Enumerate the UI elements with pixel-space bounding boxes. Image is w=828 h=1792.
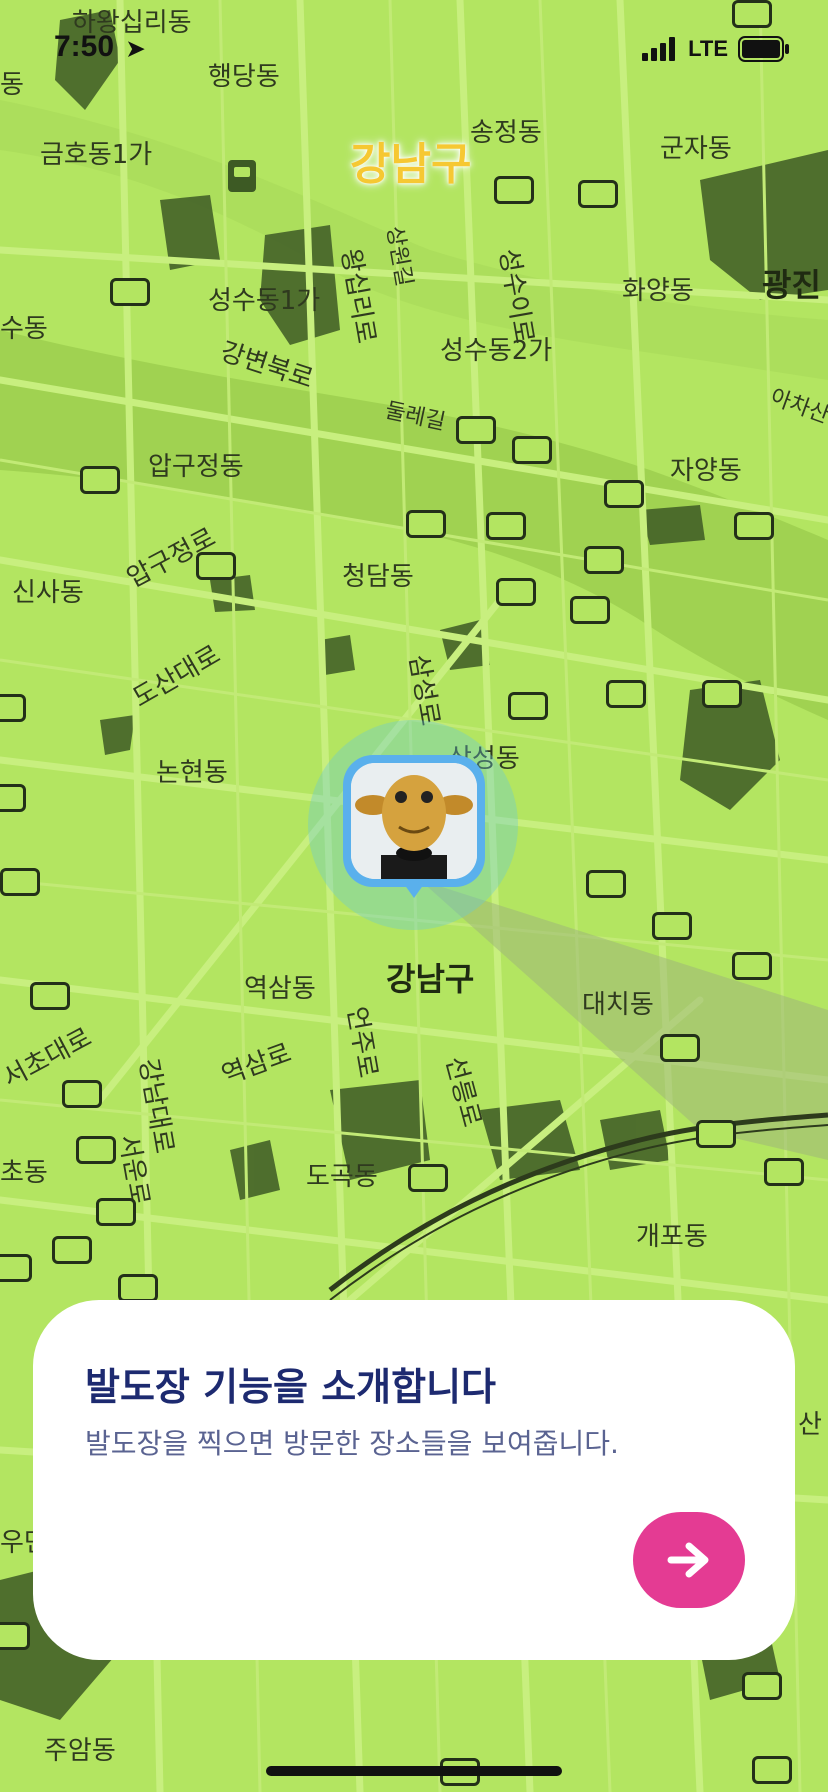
place-marker[interactable] xyxy=(408,1164,448,1192)
status-time: 7:50 ➤ xyxy=(54,30,145,63)
place-marker[interactable] xyxy=(578,180,618,208)
place-marker[interactable] xyxy=(0,694,26,722)
map-label: 신사동 xyxy=(12,578,84,608)
place-marker[interactable] xyxy=(110,278,150,306)
card-description: 발도장을 찍으면 방문한 장소들을 보여줍니다. xyxy=(85,1427,619,1460)
place-marker[interactable] xyxy=(752,1756,792,1784)
place-marker[interactable] xyxy=(570,596,610,624)
map-label: 성수동1가 xyxy=(208,286,321,316)
map-label: 송정동 xyxy=(470,118,542,148)
place-marker[interactable] xyxy=(196,552,236,580)
place-marker[interactable] xyxy=(0,868,40,896)
place-marker[interactable] xyxy=(606,680,646,708)
map-label: 강남구 xyxy=(386,960,475,998)
map-label: 군자동 xyxy=(660,134,732,164)
map-label: 역삼동 xyxy=(244,974,316,1004)
place-marker[interactable] xyxy=(512,436,552,464)
map-label: 압구정동 xyxy=(148,452,244,482)
place-marker[interactable] xyxy=(660,1034,700,1062)
map-label: 자양동 xyxy=(670,456,742,486)
map-label: 화양동 xyxy=(622,276,694,306)
next-button[interactable] xyxy=(633,1512,745,1608)
network-label: LTE xyxy=(688,36,728,61)
intro-card: 발도장 기능을 소개합니다 발도장을 찍으면 방문한 장소들을 보여줍니다. xyxy=(33,1300,795,1660)
place-marker[interactable] xyxy=(486,512,526,540)
place-marker[interactable] xyxy=(406,510,446,538)
place-marker[interactable] xyxy=(584,546,624,574)
map-label: 광진 xyxy=(762,266,821,304)
map-label: 도곡동 xyxy=(306,1162,378,1192)
battery-icon xyxy=(738,36,789,62)
place-marker[interactable] xyxy=(652,912,692,940)
place-marker[interactable] xyxy=(586,870,626,898)
place-marker[interactable] xyxy=(0,1622,30,1650)
location-arrow-icon: ➤ xyxy=(126,36,145,61)
place-marker[interactable] xyxy=(508,692,548,720)
map-label: 대치동 xyxy=(582,990,654,1020)
map-label: 논현동 xyxy=(156,758,228,788)
user-avatar-marker[interactable] xyxy=(343,755,485,887)
place-marker[interactable] xyxy=(0,1254,32,1282)
place-marker[interactable] xyxy=(732,952,772,980)
place-marker[interactable] xyxy=(496,578,536,606)
place-marker[interactable] xyxy=(118,1274,158,1302)
place-marker[interactable] xyxy=(734,512,774,540)
status-indicators: LTE xyxy=(642,36,790,62)
place-marker[interactable] xyxy=(30,982,70,1010)
map-label: 수동 xyxy=(0,314,48,344)
map-label: 청담동 xyxy=(342,562,414,592)
place-marker[interactable] xyxy=(764,1158,804,1186)
map-label: 개포동 xyxy=(636,1222,708,1252)
avatar-pointer xyxy=(404,884,424,898)
place-marker[interactable] xyxy=(742,1672,782,1700)
place-marker[interactable] xyxy=(696,1120,736,1148)
map-label: 산 xyxy=(798,1410,822,1440)
place-marker[interactable] xyxy=(62,1080,102,1108)
signal-icon xyxy=(642,37,676,61)
place-marker[interactable] xyxy=(456,416,496,444)
status-bar: 7:50 ➤ LTE xyxy=(0,0,828,100)
map-label: 초동 xyxy=(0,1158,48,1188)
arrow-right-icon xyxy=(667,1542,709,1578)
card-title: 발도장 기능을 소개합니다 xyxy=(85,1365,497,1409)
place-marker[interactable] xyxy=(0,784,26,812)
place-marker[interactable] xyxy=(494,176,534,204)
place-marker[interactable] xyxy=(604,480,644,508)
map-label: 금호동1가 xyxy=(40,140,153,170)
place-marker[interactable] xyxy=(96,1198,136,1226)
place-marker[interactable] xyxy=(80,466,120,494)
place-marker[interactable] xyxy=(52,1236,92,1264)
avatar-figure-icon xyxy=(351,763,477,879)
place-marker[interactable] xyxy=(702,680,742,708)
place-marker[interactable] xyxy=(76,1136,116,1164)
avatar xyxy=(351,763,477,879)
map-label: 주암동 xyxy=(44,1736,116,1766)
home-indicator[interactable] xyxy=(266,1766,562,1776)
district-title: 강남구 xyxy=(350,139,472,190)
